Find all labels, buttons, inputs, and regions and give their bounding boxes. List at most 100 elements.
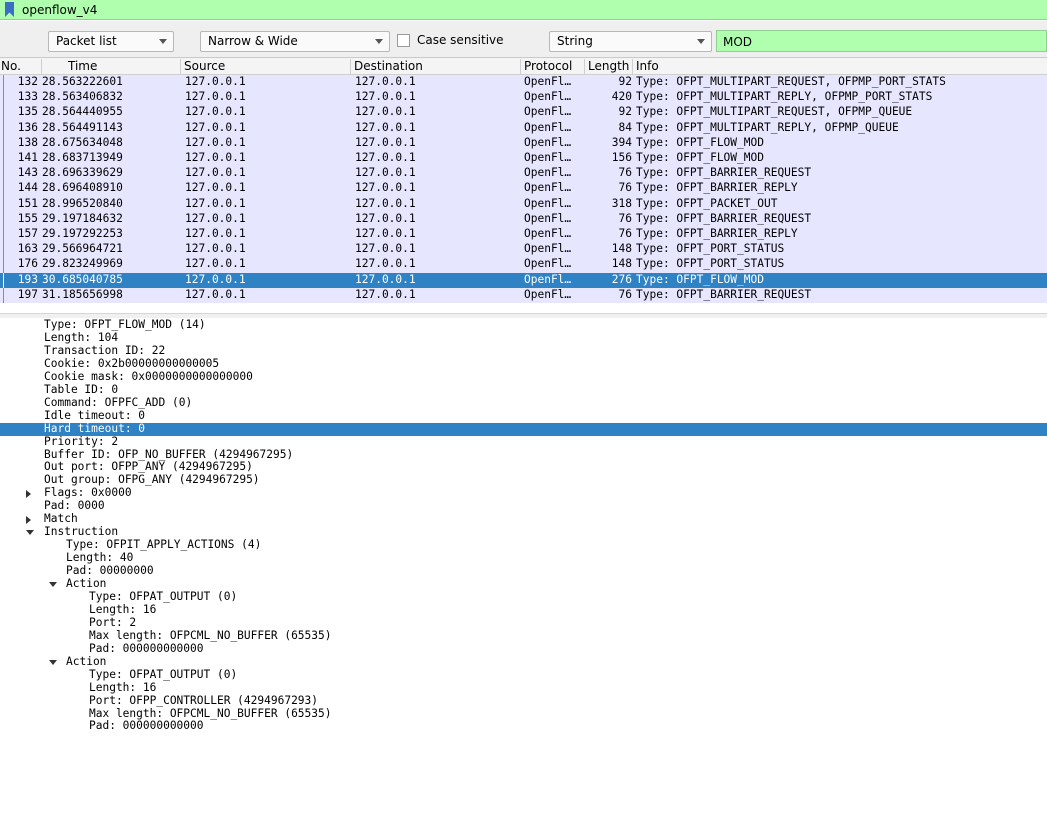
- tree-field[interactable]: Idle timeout: 0: [0, 409, 1047, 423]
- packet-destination: 127.0.0.1: [355, 257, 416, 271]
- packet-row[interactable]: 163 29.566964721 127.0.0.1 127.0.0.1 OpenFl……: [0, 242, 1047, 258]
- search-input[interactable]: [716, 30, 1047, 52]
- tree-item-label: Hard timeout: 0: [44, 421, 146, 435]
- packet-time: 29.197292253: [42, 227, 123, 240]
- packet-length: 84: [618, 120, 632, 134]
- tree-field[interactable]: Pad: 0000: [0, 499, 1047, 513]
- expand-arrow-down-icon[interactable]: [49, 659, 57, 665]
- packet-source: 127.0.0.1: [185, 75, 246, 88]
- tree-field[interactable]: Priority: 2: [0, 435, 1047, 449]
- tree-node[interactable]: Action: [0, 577, 1047, 591]
- column-header-protocol[interactable]: Protocol: [521, 59, 585, 74]
- tree-field[interactable]: Length: 16: [0, 603, 1047, 617]
- packet-row[interactable]: 132 28.563222601 127.0.0.1 127.0.0.1 OpenFl……: [0, 75, 1047, 91]
- tree-field[interactable]: Length: 40: [0, 551, 1047, 565]
- packet-source: 127.0.0.1: [185, 287, 246, 301]
- tree-node[interactable]: Match: [0, 512, 1047, 526]
- tree-field[interactable]: Type: OFPAT_OUTPUT (0): [0, 590, 1047, 604]
- tree-field[interactable]: Pad: 000000000000: [0, 642, 1047, 656]
- display-filter-text[interactable]: openflow_v4: [22, 3, 97, 17]
- packet-protocol: OpenFl…: [524, 181, 572, 195]
- tree-field[interactable]: Port: OFPP_CONTROLLER (4294967293): [0, 694, 1047, 708]
- expand-arrow-right-icon[interactable]: [26, 516, 31, 525]
- packet-row[interactable]: 155 29.197184632 127.0.0.1 127.0.0.1 OpenFl……: [0, 211, 1047, 227]
- packet-time: 28.563222601: [42, 75, 123, 88]
- packet-number: 163: [17, 242, 38, 256]
- tree-field[interactable]: Transaction ID: 22: [0, 344, 1047, 358]
- packet-length: 76: [618, 181, 632, 195]
- search-type-dropdown[interactable]: String: [549, 31, 712, 52]
- packet-length: 148: [611, 257, 632, 271]
- packet-protocol: OpenFl…: [524, 257, 572, 271]
- character-width-value: Narrow & Wide: [208, 34, 298, 48]
- column-header-source[interactable]: Source: [181, 59, 351, 74]
- display-filter-bar[interactable]: openflow_v4: [0, 0, 1047, 20]
- packet-row[interactable]: 193 30.685040785 127.0.0.1 127.0.0.1 OpenFl……: [0, 272, 1047, 288]
- packet-info: Type: OFPT_MULTIPART_REPLY, OFPMP_QUEUE: [636, 120, 899, 134]
- packet-row[interactable]: 176 29.823249969 127.0.0.1 127.0.0.1 OpenFl……: [0, 257, 1047, 273]
- tree-field[interactable]: Table ID: 0: [0, 383, 1047, 397]
- packet-row[interactable]: 138 28.675634048 127.0.0.1 127.0.0.1 OpenFl……: [0, 135, 1047, 151]
- packet-length: 148: [611, 242, 632, 256]
- packet-destination: 127.0.0.1: [355, 227, 416, 240]
- column-header-destination[interactable]: Destination: [351, 59, 521, 74]
- packet-row[interactable]: 136 28.564491143 127.0.0.1 127.0.0.1 OpenFl……: [0, 120, 1047, 136]
- character-width-dropdown[interactable]: Narrow & Wide: [200, 31, 390, 52]
- packet-source: 127.0.0.1: [185, 181, 246, 195]
- tree-field[interactable]: Type: OFPT_FLOW_MOD (14): [0, 318, 1047, 332]
- packet-time: 28.696339629: [42, 166, 123, 180]
- tree-field[interactable]: Command: OFPFC_ADD (0): [0, 395, 1047, 410]
- packet-number: 138: [17, 135, 38, 149]
- tree-field[interactable]: Hard timeout: 0: [0, 421, 1047, 436]
- find-packet-toolbar: Packet list Narrow & Wide Case sensitive…: [0, 21, 1047, 58]
- packet-time: 29.823249969: [42, 257, 123, 271]
- packet-row[interactable]: 135 28.564440955 127.0.0.1 127.0.0.1 OpenFl……: [0, 105, 1047, 121]
- packet-time: 28.564440955: [42, 105, 123, 119]
- packet-row[interactable]: 144 28.696408910 127.0.0.1 127.0.0.1 OpenFl……: [0, 181, 1047, 197]
- case-sensitive-option[interactable]: Case sensitive: [397, 31, 547, 52]
- packet-list[interactable]: 132 28.563222601 127.0.0.1 127.0.0.1 OpenFl……: [0, 75, 1047, 313]
- tree-node[interactable]: Flags: 0x0000: [0, 486, 1047, 500]
- tree-field[interactable]: Length: 16: [0, 681, 1047, 695]
- tree-field[interactable]: Cookie mask: 0x0000000000000000: [0, 370, 1047, 384]
- column-header-time[interactable]: Time: [42, 59, 181, 74]
- column-header-info[interactable]: Info: [633, 59, 1047, 74]
- tree-field[interactable]: Port: 2: [0, 616, 1047, 630]
- expand-arrow-down-icon[interactable]: [49, 582, 57, 587]
- tree-field[interactable]: Max length: OFPCML_NO_BUFFER (65535): [0, 629, 1047, 643]
- tree-field[interactable]: Pad: 000000000000: [0, 719, 1047, 733]
- tree-field[interactable]: Type: OFPAT_OUTPUT (0): [0, 668, 1047, 682]
- expand-arrow-right-icon[interactable]: [26, 490, 31, 499]
- search-type-value: String: [557, 34, 593, 48]
- case-sensitive-checkbox[interactable]: [397, 34, 410, 47]
- tree-field[interactable]: Cookie: 0x2b00000000000005: [0, 357, 1047, 371]
- packet-row[interactable]: 157 29.197292253 127.0.0.1 127.0.0.1 OpenFl……: [0, 227, 1047, 243]
- tree-field[interactable]: Type: OFPIT_APPLY_ACTIONS (4): [0, 538, 1047, 552]
- packet-destination: 127.0.0.1: [355, 166, 416, 180]
- column-header-length[interactable]: Length: [585, 59, 633, 74]
- tree-field[interactable]: Pad: 00000000: [0, 564, 1047, 578]
- bookmark-icon[interactable]: [4, 2, 15, 17]
- expand-arrow-down-icon[interactable]: [26, 530, 34, 536]
- tree-field[interactable]: Out group: OFPG_ANY (4294967295): [0, 473, 1047, 487]
- packet-time: 31.185656998: [42, 287, 123, 301]
- packet-row[interactable]: 197 31.185656998 127.0.0.1 127.0.0.1 OpenFl……: [0, 287, 1047, 303]
- packet-details-tree[interactable]: Type: OFPT_FLOW_MOD (14) Length: 104 Trans…: [0, 318, 1047, 827]
- search-in-value: Packet list: [56, 34, 117, 48]
- tree-item-label: Command: OFPFC_ADD (0): [44, 395, 193, 409]
- packet-destination: 127.0.0.1: [355, 75, 416, 88]
- packet-row[interactable]: 141 28.683713949 127.0.0.1 127.0.0.1 OpenFl……: [0, 151, 1047, 167]
- search-in-dropdown[interactable]: Packet list: [48, 31, 174, 52]
- packet-protocol: OpenFl…: [524, 120, 572, 134]
- tree-field[interactable]: Length: 104: [0, 331, 1047, 345]
- packet-protocol: OpenFl…: [524, 166, 572, 180]
- packet-row[interactable]: 133 28.563406832 127.0.0.1 127.0.0.1 OpenFl……: [0, 90, 1047, 106]
- packet-length: 156: [611, 151, 632, 164]
- column-header-no[interactable]: No.: [0, 59, 42, 74]
- packet-destination: 127.0.0.1: [355, 272, 416, 286]
- packet-length: 76: [618, 227, 632, 240]
- tree-node[interactable]: Action: [0, 655, 1047, 669]
- packet-length: 92: [618, 75, 632, 88]
- packet-row[interactable]: 143 28.696339629 127.0.0.1 127.0.0.1 OpenFl……: [0, 166, 1047, 182]
- packet-row[interactable]: 151 28.996520840 127.0.0.1 127.0.0.1 OpenFl……: [0, 196, 1047, 212]
